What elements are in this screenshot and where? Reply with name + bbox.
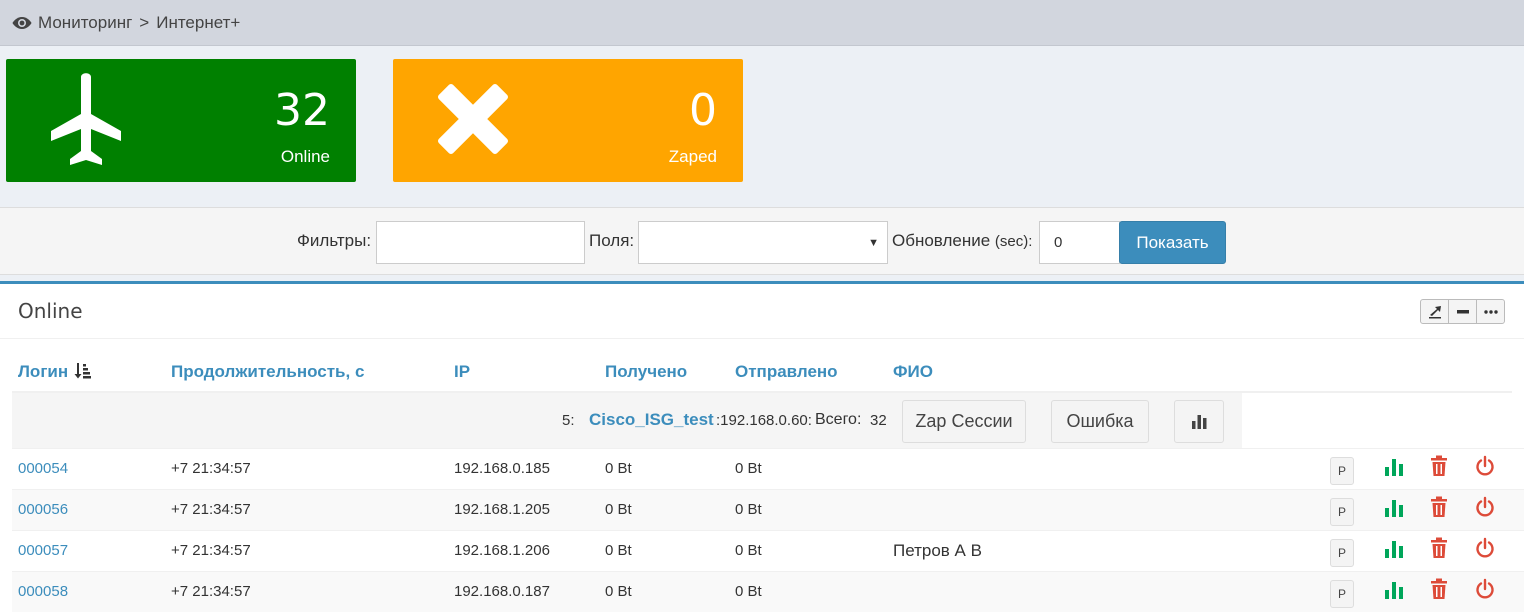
row-p-button[interactable]: P	[1330, 498, 1354, 526]
more-button[interactable]	[1476, 299, 1505, 324]
online-stat-box[interactable]: 32 Online	[6, 59, 356, 182]
total-label: Всего:	[815, 411, 862, 428]
power-icon[interactable]	[1475, 537, 1495, 559]
online-count: 32	[274, 85, 330, 136]
row-ip: 192.168.1.205	[454, 501, 550, 518]
row-duration: +7 21:34:57	[171, 583, 251, 600]
row-login[interactable]: 000057	[18, 542, 68, 559]
filters-label: Фильтры:	[297, 231, 372, 250]
column-sent[interactable]: Отправлено	[735, 362, 838, 382]
row-fio: Петров А В	[893, 541, 982, 560]
row-received: 0 Bt	[605, 542, 632, 559]
row-received: 0 Bt	[605, 460, 632, 477]
column-ip[interactable]: IP	[454, 362, 470, 382]
row-received: 0 Bt	[605, 501, 632, 518]
row-ip: 192.168.0.187	[454, 583, 550, 600]
group-stats-button[interactable]	[1174, 400, 1224, 443]
row-duration: +7 21:34:57	[171, 460, 251, 477]
row-p-button[interactable]: P	[1330, 539, 1354, 567]
zaped-label: Zaped	[668, 147, 717, 166]
box-header-divider	[0, 338, 1524, 339]
breadcrumb-page: Интернет+	[156, 12, 241, 32]
total-value: 32	[870, 412, 887, 429]
eye-icon	[12, 16, 32, 29]
breadcrumb-separator: >	[139, 12, 150, 32]
export-icon	[1428, 305, 1441, 318]
online-box: Online Логин Продолжительность, с IP Пол…	[0, 281, 1524, 613]
column-received[interactable]: Получено	[605, 362, 687, 382]
plane-icon	[51, 73, 121, 165]
bar-chart-icon	[1191, 415, 1206, 429]
stats-icon[interactable]	[1384, 455, 1404, 477]
chevron-down-icon: ▼	[868, 237, 879, 249]
column-duration[interactable]: Продолжительность, с	[171, 362, 364, 382]
table-row: 000056 +7 21:34:57 192.168.1.205 0 Bt 0 …	[12, 489, 1524, 530]
row-p-button[interactable]: P	[1330, 457, 1354, 485]
row-sent: 0 Bt	[735, 542, 762, 559]
table-row: 000054 +7 21:34:57 192.168.0.185 0 Bt 0 …	[12, 448, 1524, 489]
column-fio[interactable]: ФИО	[893, 362, 933, 382]
power-icon[interactable]	[1475, 496, 1495, 518]
refresh-input[interactable]	[1039, 221, 1120, 264]
box-tools	[1420, 299, 1505, 324]
sort-icon	[74, 363, 91, 379]
row-ip: 192.168.1.206	[454, 542, 550, 559]
zap-sessions-button[interactable]: Zap Сессии	[902, 400, 1026, 443]
close-icon	[438, 84, 508, 154]
trash-icon[interactable]	[1429, 455, 1449, 477]
stats-icon[interactable]	[1384, 578, 1404, 600]
online-label: Online	[280, 147, 330, 166]
row-duration: +7 21:34:57	[171, 501, 251, 518]
filters-input[interactable]	[376, 221, 585, 264]
group-number: 5:	[562, 412, 575, 429]
nas-ip: :192.168.0.60:	[716, 412, 812, 429]
row-login[interactable]: 000058	[18, 583, 68, 600]
filter-panel: Фильтры: Поля: ▼ Обновление (sec): Показ…	[0, 207, 1524, 275]
collapse-button[interactable]	[1448, 299, 1477, 324]
row-p-button[interactable]: P	[1330, 580, 1354, 608]
export-button[interactable]	[1420, 299, 1449, 324]
box-title: Online	[18, 299, 83, 323]
zaped-count: 0	[689, 85, 717, 136]
nas-group-row: 5: Cisco_ISG_test :192.168.0.60: Всего: …	[12, 393, 1242, 448]
row-login[interactable]: 000054	[18, 460, 68, 477]
table-row: 000058 +7 21:34:57 192.168.0.187 0 Bt 0 …	[12, 571, 1524, 612]
breadcrumb-section[interactable]: Мониторинг	[38, 13, 132, 33]
refresh-label: Обновление (sec):	[892, 231, 1033, 250]
stats-icon[interactable]	[1384, 537, 1404, 559]
fields-label: Поля:	[589, 231, 635, 250]
trash-icon[interactable]	[1429, 578, 1449, 600]
stats-icon[interactable]	[1384, 496, 1404, 518]
trash-icon[interactable]	[1429, 537, 1449, 559]
row-ip: 192.168.0.185	[454, 460, 550, 477]
column-login[interactable]: Логин	[18, 362, 91, 382]
nas-link[interactable]: Cisco_ISG_test	[589, 410, 714, 430]
row-received: 0 Bt	[605, 583, 632, 600]
row-login[interactable]: 000056	[18, 501, 68, 518]
minus-icon	[1456, 309, 1469, 313]
power-icon[interactable]	[1475, 455, 1495, 477]
row-sent: 0 Bt	[735, 583, 762, 600]
trash-icon[interactable]	[1429, 496, 1449, 518]
show-button[interactable]: Показать	[1119, 221, 1226, 264]
zaped-stat-box[interactable]: 0 Zaped	[393, 59, 743, 182]
error-button[interactable]: Ошибка	[1051, 400, 1149, 443]
power-icon[interactable]	[1475, 578, 1495, 600]
row-sent: 0 Bt	[735, 460, 762, 477]
ellipsis-icon	[1483, 309, 1498, 314]
row-sent: 0 Bt	[735, 501, 762, 518]
fields-select[interactable]: ▼	[638, 221, 888, 264]
table-row: 000057 +7 21:34:57 192.168.1.206 0 Bt 0 …	[12, 530, 1524, 571]
row-duration: +7 21:34:57	[171, 542, 251, 559]
breadcrumb: Мониторинг > Интернет+	[0, 0, 1524, 46]
